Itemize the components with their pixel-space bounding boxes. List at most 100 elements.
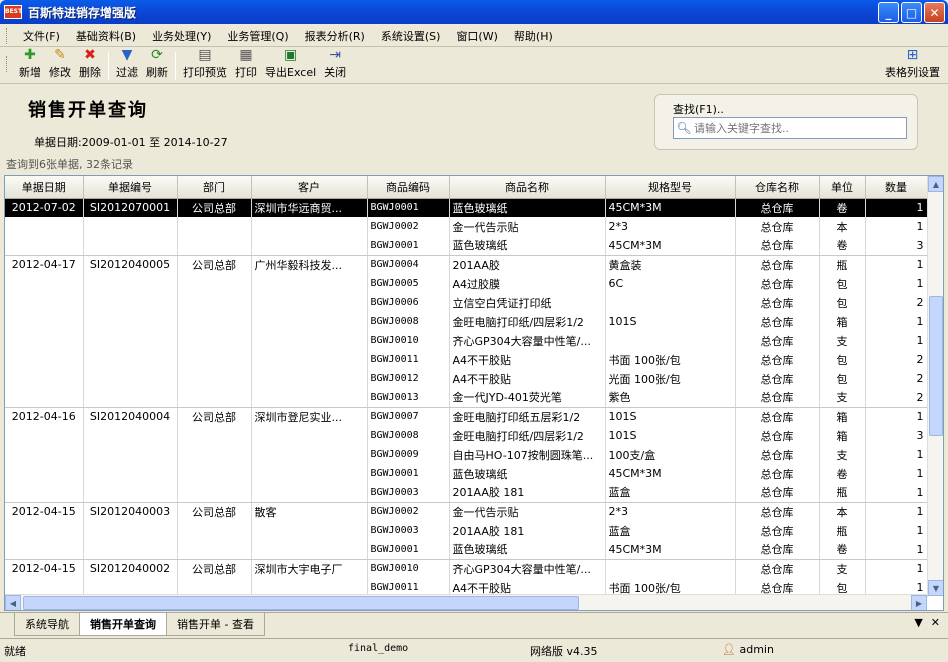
tab-sales-view[interactable]: 销售开单 - 查看 (166, 613, 265, 636)
table-row[interactable]: 2012-07-02 SI2012070001 公司总部 深圳市华远商贸... BGWJ… (5, 198, 928, 217)
col-header-number[interactable]: 单据编号 (83, 176, 178, 199)
table-row[interactable]: BGWJ0002 金一代告示贴 2*3 总仓库本 1 (5, 217, 928, 236)
cell-wh: 总仓库 (735, 407, 820, 426)
cell-cust (251, 388, 368, 408)
table-row[interactable]: BGWJ0012 A4不干胶贴 光面 100张/包 总仓库包 2 (5, 369, 928, 388)
close-window-button[interactable]: ✕ (924, 2, 945, 23)
cell-spec: 45CM*3M (605, 464, 736, 483)
cell-name: 蓝色玻璃纸 (449, 540, 606, 560)
vertical-scrollbar[interactable]: ▲ ▼ (927, 176, 943, 596)
cell-date (5, 464, 84, 483)
table-row[interactable]: BGWJ0009 自由马HO-107按制圆珠笔... 100支/盒 总仓库支 1 (5, 445, 928, 464)
col-header-qty[interactable]: 数量 (865, 176, 928, 199)
print-button[interactable]: ▦ 打印 (231, 47, 261, 80)
table-row[interactable]: 2012-04-15 SI2012040003 公司总部 散客 BGWJ0002 金一代告… (5, 502, 928, 521)
vertical-scroll-thumb[interactable] (929, 296, 943, 436)
tab-system-nav[interactable]: 系统导航 (14, 613, 80, 636)
menu-reports[interactable]: 报表分析(R) (297, 28, 373, 44)
cell-spec: 黄盒装 (605, 255, 736, 274)
scroll-left-arrow-icon[interactable]: ◀ (5, 595, 21, 610)
col-header-product-code[interactable]: 商品编码 (367, 176, 450, 199)
col-header-product-name[interactable]: 商品名称 (449, 176, 606, 199)
menu-management[interactable]: 业务管理(Q) (219, 28, 296, 44)
cell-name: A4不干胶贴 (449, 350, 606, 369)
cell-name: 201AA胶 181 (449, 521, 606, 540)
col-header-spec[interactable]: 规格型号 (605, 176, 736, 199)
menu-help[interactable]: 帮助(H) (506, 28, 561, 44)
cell-qty: 3 (865, 236, 928, 256)
table-row[interactable]: 2012-04-16 SI2012040004 公司总部 深圳市登尼实业... BGWJ… (5, 407, 928, 426)
table-row[interactable]: BGWJ0001 蓝色玻璃纸 45CM*3M 总仓库卷 1 (5, 464, 928, 483)
menu-business[interactable]: 业务处理(Y) (144, 28, 219, 44)
cell-wh: 总仓库 (735, 483, 820, 503)
page-title: 销售开单查询 (28, 100, 148, 121)
menu-file[interactable]: 文件(F) (15, 28, 68, 44)
menu-basic-data[interactable]: 基础资料(B) (68, 28, 144, 44)
pencil-icon: ✎ (54, 47, 66, 63)
cell-qty: 2 (865, 293, 928, 312)
minimize-button[interactable]: _ (878, 2, 899, 23)
table-row[interactable]: BGWJ0005 A4过胶膜 6C 总仓库包 1 (5, 274, 928, 293)
cell-dept (177, 445, 252, 464)
cell-date (5, 540, 84, 560)
col-header-dept[interactable]: 部门 (177, 176, 252, 199)
menu-window[interactable]: 窗口(W) (448, 28, 505, 44)
col-header-unit[interactable]: 单位 (819, 176, 866, 199)
horizontal-scrollbar[interactable]: ◀ ▶ (5, 594, 927, 610)
table-row[interactable]: BGWJ0008 金旺电脑打印纸/四层彩1/2 101S 总仓库箱 3 (5, 426, 928, 445)
cell-dept: 公司总部 (177, 559, 252, 578)
table-row[interactable]: BGWJ0013 金一代JYD-401荧光笔 紫色 总仓库支 2 (5, 388, 928, 408)
col-header-customer[interactable]: 客户 (251, 176, 368, 199)
maximize-button[interactable]: □ (901, 2, 922, 23)
table-row[interactable]: BGWJ0003 201AA胶 181 蓝盒 总仓库瓶 1 (5, 521, 928, 540)
search-input[interactable] (694, 121, 894, 135)
table-row[interactable]: 2012-04-15 SI2012040002 公司总部 深圳市大宇电子厂 BGWJ00… (5, 559, 928, 578)
cell-code: BGWJ0012 (367, 369, 450, 388)
filter-button[interactable]: ▼ 过滤 (112, 47, 142, 80)
table-row[interactable]: BGWJ0011 A4不干胶贴 书面 100张/包 总仓库包 2 (5, 350, 928, 369)
table-row[interactable]: 2012-04-17 SI2012040005 公司总部 广州华毅科技发... BGWJ… (5, 255, 928, 274)
menu-settings[interactable]: 系统设置(S) (373, 28, 449, 44)
col-header-warehouse[interactable]: 仓库名称 (735, 176, 820, 199)
table-row[interactable]: BGWJ0001 蓝色玻璃纸 45CM*3M 总仓库卷 3 (5, 236, 928, 256)
tab-sales-query[interactable]: 销售开单查询 (79, 613, 167, 636)
cell-wh: 总仓库 (735, 236, 820, 256)
tab-close-icon[interactable]: ✕ (931, 616, 940, 629)
funnel-icon: ▼ (121, 47, 133, 63)
table-row[interactable]: BGWJ0003 201AA胶 181 蓝盒 总仓库瓶 1 (5, 483, 928, 503)
tab-list-dropdown-icon[interactable]: ▼ (914, 616, 922, 629)
edit-button[interactable]: ✎ 修改 (45, 47, 75, 80)
cell-name: 金一代告示贴 (449, 502, 606, 521)
cell-wh: 总仓库 (735, 502, 820, 521)
table-row[interactable]: BGWJ0008 金旺电脑打印纸/四层彩1/2 101S 总仓库箱 1 (5, 312, 928, 331)
cell-cust (251, 464, 368, 483)
scroll-up-arrow-icon[interactable]: ▲ (928, 176, 943, 192)
delete-button[interactable]: ✖ 删除 (75, 47, 105, 80)
cell-qty: 3 (865, 426, 928, 445)
col-header-date[interactable]: 单据日期 (5, 176, 84, 199)
status-username: admin (739, 643, 774, 656)
table-row[interactable]: BGWJ0010 齐心GP304大容量中性笔/... 总仓库支 1 (5, 331, 928, 350)
table-row[interactable]: BGWJ0001 蓝色玻璃纸 45CM*3M 总仓库卷 1 (5, 540, 928, 560)
query-header: 销售开单查询 单据日期:2009-01-01 至 2014-10-27 查找(F… (0, 86, 948, 154)
cell-code: BGWJ0004 (367, 255, 450, 274)
cell-code: BGWJ0002 (367, 502, 450, 521)
cell-wh: 总仓库 (735, 445, 820, 464)
status-bar: 就绪 final_demo 网络版 v4.35 👤︎ admin (0, 638, 948, 660)
column-settings-button[interactable]: ⊞ 表格列设置 (881, 47, 944, 80)
refresh-button[interactable]: ⟳ 刷新 (142, 47, 172, 80)
cell-cust (251, 217, 368, 236)
print-preview-button[interactable]: ▤ 打印预览 (179, 47, 231, 80)
search-field[interactable]: 🔍︎ (673, 117, 907, 139)
cell-date: 2012-04-16 (5, 407, 84, 426)
export-excel-button[interactable]: ▣ 导出Excel (261, 47, 320, 80)
cell-code: BGWJ0002 (367, 217, 450, 236)
table-row[interactable]: BGWJ0006 立信空白凭证打印纸 总仓库包 2 (5, 293, 928, 312)
new-button[interactable]: ✚ 新增 (15, 47, 45, 80)
cell-cust (251, 274, 368, 293)
horizontal-scroll-thumb[interactable] (23, 596, 579, 610)
close-button[interactable]: ⇥ 关闭 (320, 47, 350, 80)
scroll-right-arrow-icon[interactable]: ▶ (911, 595, 927, 610)
status-state: 就绪 (4, 645, 26, 658)
scroll-down-arrow-icon[interactable]: ▼ (928, 580, 943, 596)
